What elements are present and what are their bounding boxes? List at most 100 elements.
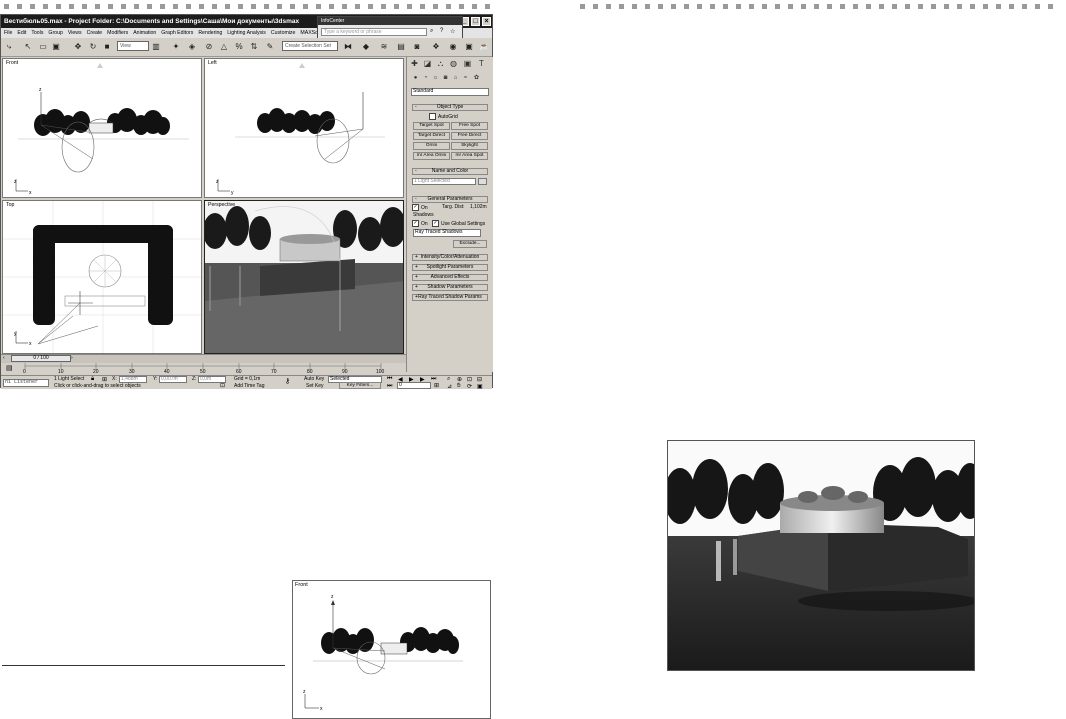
render-setup-icon[interactable]: ▣: [464, 41, 474, 52]
create-tab-icon[interactable]: ✚: [410, 59, 419, 69]
current-frame-field[interactable]: 0: [397, 382, 431, 389]
use-global-settings-checkbox[interactable]: ✓ Use Global Settings: [432, 220, 485, 227]
time-config-icon[interactable]: ⊞: [434, 382, 439, 389]
free-direct-button[interactable]: Free Direct: [451, 132, 488, 140]
go-to-start-icon[interactable]: ⏮: [387, 376, 392, 383]
menu-animation[interactable]: Animation: [133, 28, 156, 38]
object-name-field[interactable]: 1 Light Selected: [412, 178, 476, 185]
menu-group[interactable]: Group: [48, 28, 62, 38]
shadows-on-checkbox[interactable]: ✓ On: [412, 220, 428, 227]
help-icon[interactable]: ?: [440, 28, 443, 34]
intensity-rollout[interactable]: + Intensity/Color/Attenuation: [412, 254, 488, 261]
menu-customize[interactable]: Customize: [271, 28, 296, 38]
material-editor-icon[interactable]: ◉: [448, 41, 458, 52]
scroll-left-icon[interactable]: ‹: [3, 355, 5, 361]
utilities-tab-icon[interactable]: T: [477, 59, 486, 69]
shapes-icon[interactable]: ◔: [421, 73, 430, 83]
snap-icon[interactable]: ⊘: [204, 41, 214, 52]
curve-editor-icon[interactable]: ◙: [412, 41, 422, 52]
lock-icon[interactable]: 🔒︎: [91, 376, 94, 383]
modify-tab-icon[interactable]: ◪: [423, 59, 432, 69]
scale-icon[interactable]: ■: [102, 41, 112, 52]
target-spot-button[interactable]: Target Spot: [413, 122, 450, 130]
menu-tools[interactable]: Tools: [31, 28, 43, 38]
key-mode-icon[interactable]: ⏭: [387, 383, 392, 390]
align-icon[interactable]: ◆: [361, 41, 371, 52]
menu-modifiers[interactable]: Modifiers: [107, 28, 128, 38]
category-dropdown[interactable]: Standard: [411, 88, 489, 96]
graphite-ribbon-icon[interactable]: ▤: [396, 41, 406, 52]
viewport-left[interactable]: Left z y: [204, 58, 404, 198]
zoom-extents-icon[interactable]: ⊡: [467, 376, 472, 383]
name-and-color-rollout[interactable]: - Name and Color: [412, 168, 488, 175]
menu-lighting-analysis[interactable]: Lighting Analysis: [227, 28, 266, 38]
maximize-viewport-icon[interactable]: ▣: [477, 383, 483, 390]
object-type-rollout[interactable]: - Object Type: [412, 104, 488, 111]
auto-key-button[interactable]: Auto Key: [304, 376, 324, 382]
menu-graph-editors[interactable]: Graph Editors: [161, 28, 193, 38]
zoom-all-icon[interactable]: ⊕: [457, 376, 462, 383]
link-icon[interactable]: ⤷: [4, 41, 14, 52]
geometry-icon[interactable]: ●: [411, 73, 420, 83]
star-icon[interactable]: ☆: [450, 28, 455, 35]
free-spot-button[interactable]: Free Spot: [451, 122, 488, 130]
time-slider-track[interactable]: ‹ 0 / 100 ›: [1, 354, 406, 363]
viewport-label[interactable]: Perspective: [208, 202, 235, 208]
time-slider[interactable]: 0 / 100: [11, 355, 71, 362]
spacewarps-icon[interactable]: ≈: [461, 73, 470, 83]
viewport-top[interactable]: Top y x: [2, 200, 202, 354]
color-swatch[interactable]: [478, 178, 487, 185]
zoom-extents-all-icon[interactable]: ⊟: [477, 376, 482, 383]
manipulate-icon[interactable]: ✦: [171, 41, 181, 52]
target-direct-button[interactable]: Target Direct: [413, 132, 450, 140]
zoom-icon[interactable]: ⌕: [447, 376, 450, 383]
window-crossing-icon[interactable]: ▣: [51, 41, 61, 52]
key-icon[interactable]: ⚷: [285, 377, 290, 385]
x-coord-field[interactable]: 1,488m: [119, 376, 147, 383]
orbit-icon[interactable]: ⟳: [467, 383, 472, 390]
select-region-icon[interactable]: ▭: [38, 41, 48, 52]
angle-snap-icon[interactable]: △: [219, 41, 229, 52]
select-icon[interactable]: ↖: [23, 41, 33, 52]
key-filters-button[interactable]: Key Filters...: [339, 382, 381, 389]
field-of-view-icon[interactable]: ⊿: [447, 383, 452, 390]
close-button[interactable]: ×: [482, 17, 491, 26]
infocenter-search-input[interactable]: Type a keyword or phrase: [321, 28, 427, 36]
menu-create[interactable]: Create: [87, 28, 103, 38]
helpers-icon[interactable]: ⌂: [451, 73, 460, 83]
named-selection-set[interactable]: Create Selection Set: [282, 41, 338, 51]
set-key-button[interactable]: Set Key: [306, 383, 324, 389]
render-teapot-icon[interactable]: ☕: [479, 41, 489, 52]
reference-coord-select[interactable]: View: [117, 41, 149, 51]
skylight-button[interactable]: Skylight: [451, 142, 488, 150]
cameras-icon[interactable]: ◙: [441, 73, 450, 83]
layer-manager-icon[interactable]: ≋: [379, 41, 389, 52]
viewport-front[interactable]: Front z z x: [2, 58, 202, 198]
menu-edit[interactable]: Edit: [17, 28, 26, 38]
mirror-icon[interactable]: ⧓: [343, 41, 353, 52]
advanced-effects-rollout[interactable]: + Advanced Effects: [412, 274, 488, 281]
hierarchy-tab-icon[interactable]: ⛬: [436, 59, 445, 69]
omni-button[interactable]: Omni: [413, 142, 450, 150]
general-parameters-rollout[interactable]: - General Parameters: [412, 196, 488, 203]
menu-views[interactable]: Views: [68, 28, 82, 38]
exclude-button[interactable]: Exclude...: [453, 240, 487, 248]
pivot-icon[interactable]: ▥: [151, 41, 161, 52]
menu-rendering[interactable]: Rendering: [198, 28, 222, 38]
spotlight-parameters-rollout[interactable]: + Spotlight Parameters: [412, 264, 488, 271]
move-icon[interactable]: ✥: [73, 41, 83, 52]
raytraced-shadow-params-rollout[interactable]: + Ray Traced Shadow Params: [412, 294, 488, 301]
display-tab-icon[interactable]: ▣: [463, 59, 472, 69]
spinner-snap-icon[interactable]: ⇅: [249, 41, 259, 52]
scroll-right-icon[interactable]: ›: [71, 355, 73, 361]
maxscript-listener[interactable]: ni Listener: [3, 379, 49, 387]
light-on-checkbox[interactable]: ✓ On: [412, 204, 428, 211]
autogrid-checkbox[interactable]: AutoGrid: [429, 113, 458, 120]
maximize-button[interactable]: □: [471, 17, 480, 26]
lights-icon[interactable]: ☼: [431, 73, 440, 83]
motion-tab-icon[interactable]: ◍: [449, 59, 458, 69]
keyboard-shortcut-icon[interactable]: ◈: [187, 41, 197, 52]
systems-icon[interactable]: ✿: [472, 73, 481, 83]
mr-area-spot-button[interactable]: mr Area Spot: [451, 152, 488, 160]
search-icon[interactable]: ⌕: [430, 28, 433, 35]
